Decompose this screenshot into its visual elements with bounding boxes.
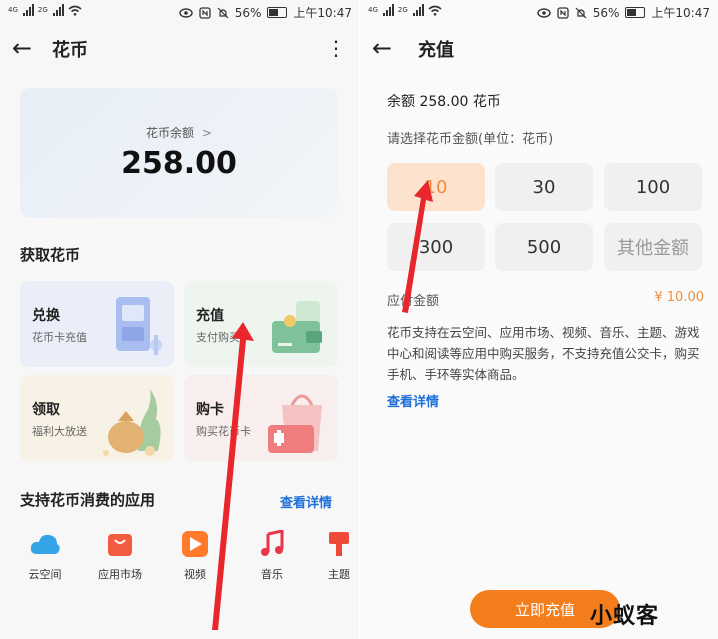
app-market-icon xyxy=(108,534,132,556)
music-icon xyxy=(261,530,284,556)
chevron-right-icon: > xyxy=(201,126,212,140)
signal-icon-2 xyxy=(52,4,64,16)
tile-buy-card-subtitle: 购买花币卡 xyxy=(196,425,251,438)
balance-label-row[interactable]: 花币余额 > xyxy=(20,124,338,141)
app-cloud-label: 云空间 xyxy=(28,568,62,581)
battery-percent: 56% xyxy=(234,5,262,20)
network-type-1-right: 4G xyxy=(368,6,378,14)
balance-value: 258.00 xyxy=(121,146,237,181)
eye-icon xyxy=(179,7,193,18)
wifi-icon-right xyxy=(428,5,442,16)
status-bar: 4G 2G 56% 上午10:47 xyxy=(0,0,360,24)
status-bar-right: 4G 2G 56% 上午10:47 xyxy=(360,0,718,24)
cloud-icon xyxy=(30,534,60,554)
signal-icon xyxy=(22,4,34,16)
tile-claim-title: 领取 xyxy=(32,402,60,418)
app-music-label: 音乐 xyxy=(261,568,283,581)
tile-recharge-title: 充值 xyxy=(196,308,224,324)
app-bar-right: ← 充值 xyxy=(360,28,718,68)
amount-option-other[interactable]: 其他金额 xyxy=(604,223,702,271)
get-huabi-title: 获取花币 xyxy=(20,246,81,264)
balance-label: 花币余额 xyxy=(146,126,195,140)
tile-buy-card[interactable]: 购卡 购买花币卡 xyxy=(184,375,338,461)
balance-card[interactable]: 花币余额 > 258.00 xyxy=(20,88,338,218)
tile-redeem[interactable]: 兑换 花币卡充值 xyxy=(20,281,174,367)
shopping-bag-card-icon xyxy=(268,394,322,453)
app-market[interactable]: 应用市场 xyxy=(90,530,150,582)
clock-right: 上午10:47 xyxy=(651,6,710,20)
money-bag-icon xyxy=(103,389,161,456)
eye-icon-right xyxy=(537,7,551,18)
tile-claim[interactable]: 领取 福利大放送 xyxy=(20,375,174,461)
mute-icon-right xyxy=(575,7,587,18)
details-link[interactable]: 查看详情 xyxy=(387,391,439,410)
network-type-1: 4G xyxy=(8,6,18,14)
description-text: 花币支持在云空间、应用市场、视频、音乐、主题、游戏中心和阅读等应用中购买服务，不… xyxy=(387,325,700,382)
app-cloud[interactable]: 云空间 xyxy=(15,530,75,582)
amount-option-500[interactable]: 500 xyxy=(495,223,593,271)
tile-redeem-title: 兑换 xyxy=(32,308,60,324)
amount-option-300[interactable]: 300 xyxy=(387,223,485,271)
recharge-screen: 4G 2G 56% 上午10:47 ← 充值 余额 258.00 花币 请选择花… xyxy=(360,0,718,639)
tile-recharge-subtitle: 支付购买 xyxy=(196,331,240,344)
app-video[interactable]: 视频 xyxy=(165,530,225,582)
tile-buy-card-title: 购卡 xyxy=(196,402,224,418)
theme-brush-icon xyxy=(329,532,349,556)
mute-icon xyxy=(217,7,229,18)
choose-amount-label: 请选择花币金额(单位：花币) xyxy=(387,132,554,147)
tile-redeem-subtitle: 花币卡充值 xyxy=(32,331,87,344)
network-type-2-right: 2G xyxy=(397,6,408,14)
wifi-icon xyxy=(68,5,82,16)
app-video-label: 视频 xyxy=(184,568,206,581)
battery-icon-right xyxy=(625,7,646,18)
view-details-link[interactable]: 查看详情 xyxy=(280,492,332,511)
network-type-2: 2G xyxy=(37,6,48,14)
wallet-icon xyxy=(272,301,322,353)
recharge-title: 充值 xyxy=(418,40,454,61)
balance-text: 余额 258.00 花币 xyxy=(387,94,501,110)
huabi-screen: 4G 2G 56% 上午10:47 ← 花币 ⋮ 花币余额 > 258.00 获… xyxy=(0,0,360,639)
amount-option-10[interactable]: 10 xyxy=(387,163,485,211)
battery-percent-right: 56% xyxy=(592,5,620,20)
nfc-icon xyxy=(199,6,211,19)
back-arrow-icon[interactable]: ← xyxy=(12,34,32,62)
tile-recharge[interactable]: 充值 支付购买 xyxy=(184,281,338,367)
signal-icon-right xyxy=(382,4,394,16)
video-icon xyxy=(182,531,208,557)
app-theme[interactable]: 主题 xyxy=(318,530,360,582)
amount-option-100[interactable]: 100 xyxy=(604,163,702,211)
gift-card-icon xyxy=(116,297,162,355)
back-arrow-icon-right[interactable]: ← xyxy=(372,34,392,62)
app-market-label: 应用市场 xyxy=(98,568,142,581)
signal-icon-right-2 xyxy=(412,4,424,16)
app-theme-label: 主题 xyxy=(328,568,350,581)
app-music[interactable]: 音乐 xyxy=(242,530,302,582)
page-title: 花币 xyxy=(52,40,88,61)
payable-label: 应付金额 xyxy=(387,294,440,309)
watermark-logo: 小蚁客 xyxy=(590,604,660,629)
nfc-icon-right xyxy=(557,6,569,19)
clock: 上午10:47 xyxy=(293,6,352,20)
tile-claim-subtitle: 福利大放送 xyxy=(32,425,87,438)
battery-icon xyxy=(267,7,288,18)
more-options-icon[interactable]: ⋮ xyxy=(326,34,346,62)
payable-amount: ¥ 10.00 xyxy=(654,290,704,305)
supported-apps-title: 支持花币消费的应用 xyxy=(20,491,156,509)
app-bar: ← 花币 ⋮ xyxy=(0,28,360,68)
amount-option-30[interactable]: 30 xyxy=(495,163,593,211)
